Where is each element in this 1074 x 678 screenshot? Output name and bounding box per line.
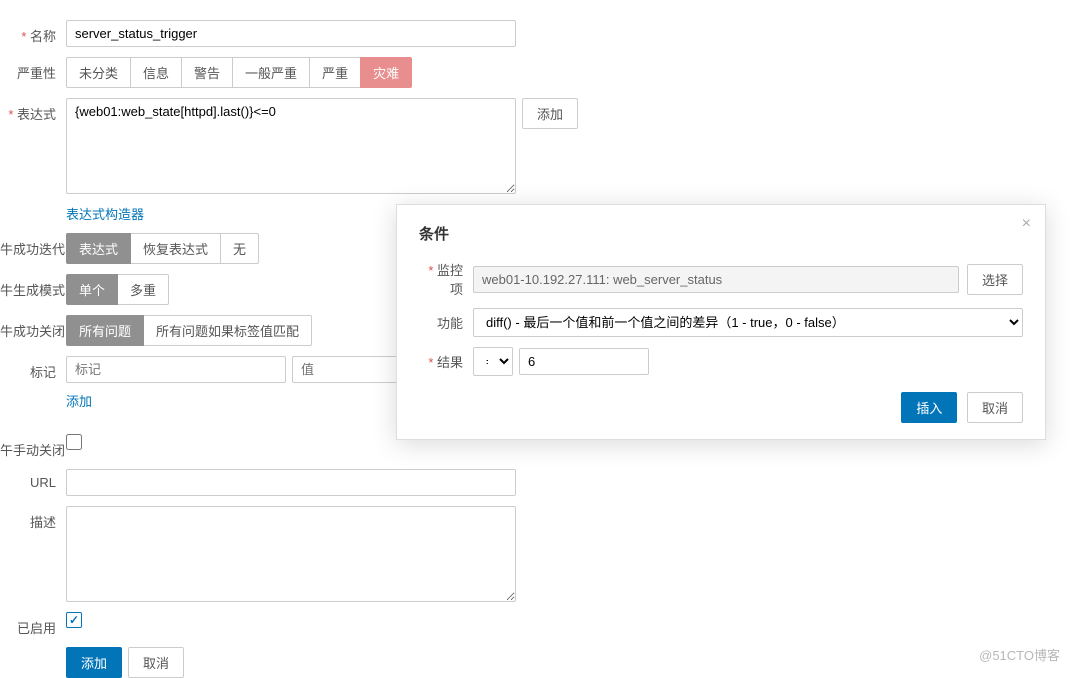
submit-add-button[interactable]: 添加 [66,647,122,678]
severity-info[interactable]: 信息 [130,57,182,88]
ok-close-tag[interactable]: 所有问题如果标签值匹配 [143,315,312,346]
ok-close-segmented: 所有问题 所有问题如果标签值匹配 [66,315,312,346]
problem-gen-multi[interactable]: 多重 [117,274,169,305]
description-textarea[interactable] [66,506,516,602]
url-input[interactable] [66,469,516,496]
ok-gen-none[interactable]: 无 [220,233,259,264]
tag-add-link[interactable]: 添加 [66,391,92,410]
item-label: 监控项 [419,260,473,298]
expression-add-button[interactable]: 添加 [522,98,578,129]
insert-button[interactable]: 插入 [901,392,957,423]
enabled-checkbox[interactable]: ✓ [66,612,82,628]
enabled-label: 已启用 [0,612,66,637]
problem-gen-label: 牛生成模式 [0,274,66,299]
expression-label: 表达式 [0,98,66,123]
item-field: web01-10.192.27.111: web_server_status [473,266,959,293]
result-input[interactable] [519,348,649,375]
severity-segmented: 未分类 信息 警告 一般严重 严重 灾难 [66,57,412,88]
severity-high[interactable]: 严重 [309,57,361,88]
submit-cancel-button[interactable]: 取消 [128,647,184,678]
problem-gen-single[interactable]: 单个 [66,274,118,305]
severity-disaster[interactable]: 灾难 [360,57,412,88]
description-label: 描述 [0,506,66,531]
result-label: 结果 [419,352,473,371]
function-label: 功能 [419,313,473,332]
condition-modal: × 条件 监控项 web01-10.192.27.111: web_server… [396,204,1046,440]
ok-close-all[interactable]: 所有问题 [66,315,144,346]
manual-close-label: 午手动关闭 [0,434,66,459]
operator-select[interactable]: = [473,347,513,376]
severity-label: 严重性 [0,57,66,82]
modal-title: 条件 [419,223,1023,244]
severity-warning[interactable]: 警告 [181,57,233,88]
severity-average[interactable]: 一般严重 [232,57,310,88]
ok-gen-segmented: 表达式 恢复表达式 无 [66,233,259,264]
ok-gen-expression[interactable]: 表达式 [66,233,131,264]
close-icon[interactable]: × [1022,215,1031,233]
expression-textarea[interactable]: {web01:web_state[httpd].last()}<=0 [66,98,516,194]
function-select[interactable]: diff() - 最后一个值和前一个值之间的差异（1 - true，0 - fa… [473,308,1023,337]
ok-close-label: 牛成功关闭 [0,315,66,340]
name-label: 名称 [0,20,66,45]
manual-close-checkbox[interactable] [66,434,82,450]
modal-cancel-button[interactable]: 取消 [967,392,1023,423]
name-input[interactable] [66,20,516,47]
tag-name-input[interactable] [66,356,286,383]
select-item-button[interactable]: 选择 [967,264,1023,295]
ok-gen-label: 牛成功迭代 [0,233,66,258]
problem-gen-segmented: 单个 多重 [66,274,169,305]
watermark: @51CTO博客 [979,645,1060,664]
url-label: URL [0,469,66,490]
severity-unclassified[interactable]: 未分类 [66,57,131,88]
ok-gen-recovery[interactable]: 恢复表达式 [130,233,221,264]
expression-builder-link[interactable]: 表达式构造器 [66,204,144,223]
tag-label: 标记 [0,356,66,381]
